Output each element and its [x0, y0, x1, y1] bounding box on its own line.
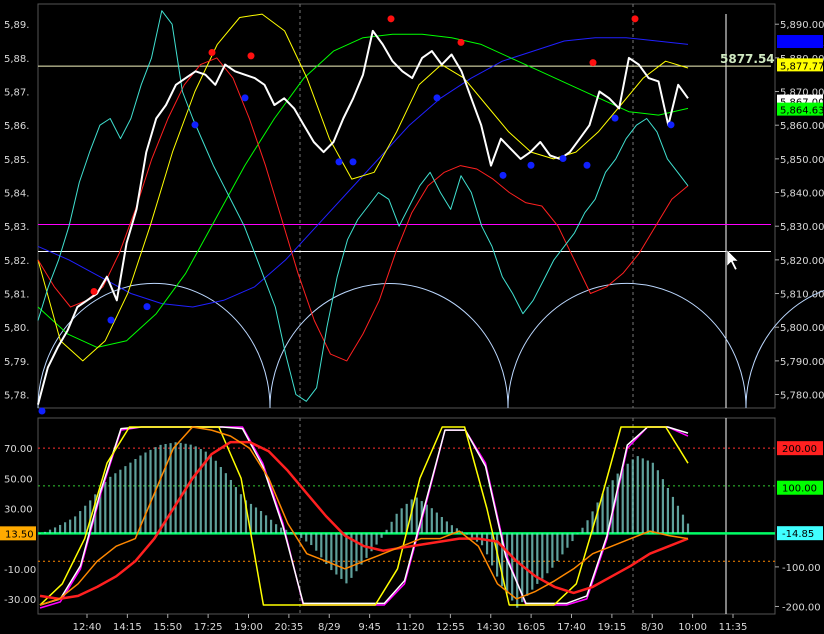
swing-low-dot: [583, 161, 591, 169]
x-axis-label: 11:35: [719, 622, 748, 633]
osc-tick-left: -30.00: [4, 595, 36, 606]
price-tick-left: 5,78.: [4, 391, 29, 402]
x-axis-label: 17:40: [557, 622, 586, 633]
price-tick-right: 5,890.00: [780, 20, 824, 31]
x-axis-label: 9:45: [358, 622, 380, 633]
x-axis-label: 16:05: [517, 622, 546, 633]
cycle-arc: [269, 283, 509, 409]
swing-low-dot: [611, 114, 619, 122]
swing-low-dot: [38, 407, 46, 415]
price-line: [37, 29, 689, 405]
swing-high-dot: [247, 52, 255, 60]
swing-low-dot: [527, 161, 535, 169]
x-axis-label: 8/30: [641, 622, 663, 633]
osc-tick-left: 50.00: [4, 474, 33, 485]
osc-tick-left: 30.00: [4, 504, 33, 515]
mouse-cursor-icon: [726, 249, 739, 271]
price-tick-left: 5,82.: [4, 256, 29, 267]
price-tick-right: 5,820.00: [780, 256, 824, 267]
swing-low-dot: [559, 155, 567, 162]
price-tick-left: 5,80.: [4, 323, 29, 334]
price-tick-left: 5,86.: [4, 121, 29, 132]
x-axis-label: 17:25: [194, 622, 223, 633]
x-axis-label: 10:00: [678, 622, 707, 633]
price-tick-left: 5,81.: [4, 290, 29, 301]
price-tick-right: 5,800.00: [780, 323, 824, 334]
osc-tick-left: -10.00: [4, 565, 36, 576]
x-axis-label: 12:55: [436, 622, 465, 633]
swing-low-dot: [667, 121, 675, 129]
chart-canvas[interactable]: 5,89. 5,88. 5,87. 5,86. 5,85. 5,84. 5,83. 5,82.…: [0, 0, 824, 634]
swing-high-dot: [631, 15, 639, 23]
red-osc-line: [39, 440, 689, 601]
swing-high-dot: [208, 49, 216, 56]
price-tick-right: 5,850.00: [780, 155, 824, 166]
x-axis-label: 14:15: [113, 622, 142, 633]
x-axis-label: 15:50: [153, 622, 182, 633]
price-value-badge-label: 5,884.71: [780, 38, 824, 49]
price-tick-left: 5,87.: [4, 88, 29, 99]
x-axis-label: 19:00: [234, 622, 263, 633]
price-value-badge-label: 5,864.63: [780, 106, 824, 117]
swing-low-dot: [499, 171, 507, 179]
osc-tick-left: 70.00: [4, 444, 33, 455]
osc-right-badge-label: -14.85: [782, 529, 814, 540]
x-axis-label: 19:15: [597, 622, 626, 633]
price-tick-right: 5,840.00: [780, 189, 824, 200]
yellow-stoch-line: [39, 426, 689, 606]
orange-osc-line: [39, 426, 689, 606]
price-tick-left: 5,89.: [4, 20, 29, 31]
osc-left-badge-label: 13.50: [5, 529, 34, 540]
osc-tick-right: -100.00: [782, 563, 821, 574]
cycle-arc: [37, 283, 271, 409]
x-axis-label: 20:35: [274, 622, 303, 633]
cyan-oscillating-line: [37, 10, 689, 402]
x-axis-label: 14:30: [476, 622, 505, 633]
price-tick-right: 5,810.00: [780, 290, 824, 301]
price-tick-left: 5,83.: [4, 222, 29, 233]
price-tick-left: 5,85.: [4, 155, 29, 166]
price-tick-left: 5,79.: [4, 357, 29, 368]
swing-low-dot: [107, 316, 115, 324]
crosshair-value-label: 5877.54: [720, 52, 775, 66]
green-cycle-line: [37, 33, 689, 348]
swing-low-dot: [241, 94, 249, 102]
swing-low-dot: [349, 158, 357, 166]
x-axis-label: 8/29: [318, 622, 340, 633]
chart-window: 5,89. 5,88. 5,87. 5,86. 5,85. 5,84. 5,83. 5,82.…: [0, 0, 824, 634]
blue-trend-line: [37, 37, 689, 308]
osc-right-badge-label: 100.00: [782, 484, 817, 495]
cycle-arc: [507, 283, 747, 409]
x-axis-label: 12:40: [73, 622, 102, 633]
price-tick-right: 5,790.00: [780, 357, 824, 368]
price-tick-right: 5,860.00: [780, 121, 824, 132]
magenta-stoch-line: [39, 426, 689, 609]
swing-high-dot: [457, 38, 465, 46]
swing-low-dot: [143, 303, 151, 311]
osc-tick-right: -200.00: [782, 602, 821, 613]
white-stoch-line: [39, 426, 689, 606]
osc-right-badge-label: 200.00: [782, 444, 817, 455]
swing-high-dot: [90, 288, 98, 296]
swing-low-dot: [335, 158, 343, 166]
swing-high-dot: [589, 59, 597, 67]
price-tick-left: 5,88.: [4, 54, 29, 65]
swing-low-dot: [433, 94, 441, 102]
price-tick-right: 5,830.00: [780, 222, 824, 233]
price-tick-right: 5,780.00: [780, 391, 824, 402]
swing-high-dot: [387, 15, 395, 23]
cycle-arc: [745, 290, 824, 409]
price-tick-left: 5,84.: [4, 189, 29, 200]
price-value-badge-label: 5,877.77: [780, 61, 824, 72]
x-axis-label: 11:20: [396, 622, 425, 633]
swing-low-dot: [191, 121, 199, 129]
